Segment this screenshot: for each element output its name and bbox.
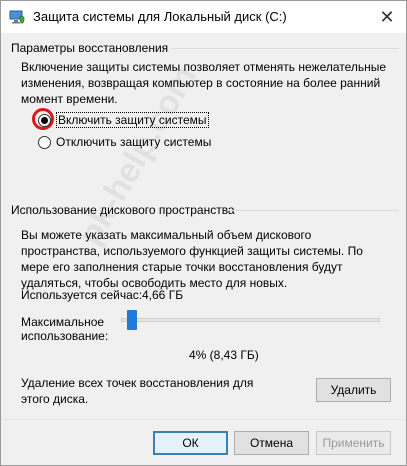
current-usage-label: Используется сейчас: [21, 288, 143, 302]
radio-enable-label: Включить защиту системы [56, 112, 209, 128]
radio-disable-protection[interactable]: Отключить защиту системы [38, 135, 211, 149]
ok-button[interactable]: ОК [153, 431, 228, 455]
disk-group-title: Использование дискового пространства [11, 203, 235, 217]
delete-button[interactable]: Удалить [316, 378, 391, 402]
restore-group-title: Параметры восстановления [11, 41, 169, 55]
window-title: Защита системы для Локальный диск (С:) [33, 9, 287, 24]
computer-shield-icon [9, 10, 25, 24]
radio-disable-label: Отключить защиту системы [56, 135, 212, 149]
apply-button[interactable]: Применить [316, 431, 391, 455]
cancel-button-label: Отмена [249, 436, 294, 450]
delete-button-label: Удалить [330, 383, 377, 397]
radio-enable-protection[interactable]: Включить защиту системы [38, 112, 209, 128]
current-usage-value: 4,66 ГБ [142, 288, 184, 302]
watermark: pk-help.com [71, 59, 205, 252]
slider-value-text: 4% (8,43 ГБ) [189, 348, 259, 362]
radio-disable-indicator[interactable] [38, 135, 51, 149]
footer-divider [1, 419, 406, 420]
close-icon: ✕ [379, 6, 395, 27]
close-button[interactable]: ✕ [374, 4, 400, 30]
max-usage-slider-thumb[interactable] [127, 310, 137, 330]
system-protection-dialog: Защита системы для Локальный диск (С:) ✕… [0, 0, 407, 466]
restore-description: Включение защиты системы позволяет отмен… [21, 60, 387, 106]
restore-group-divider [171, 48, 399, 49]
delete-description: Удаление всех точек восстановления для э… [21, 376, 254, 406]
apply-button-label: Применить [322, 436, 385, 450]
radio-enable-indicator[interactable] [38, 113, 51, 127]
disk-description: Вы можете указать максимальный объем дис… [21, 228, 363, 290]
max-usage-slider-track[interactable] [121, 318, 380, 322]
ok-button-label: ОК [182, 436, 199, 450]
max-usage-label-2: использование: [21, 329, 109, 343]
cancel-button[interactable]: Отмена [234, 431, 309, 455]
title-bar: Защита системы для Локальный диск (С:) ✕ [1, 1, 406, 33]
disk-group-divider [229, 210, 399, 211]
